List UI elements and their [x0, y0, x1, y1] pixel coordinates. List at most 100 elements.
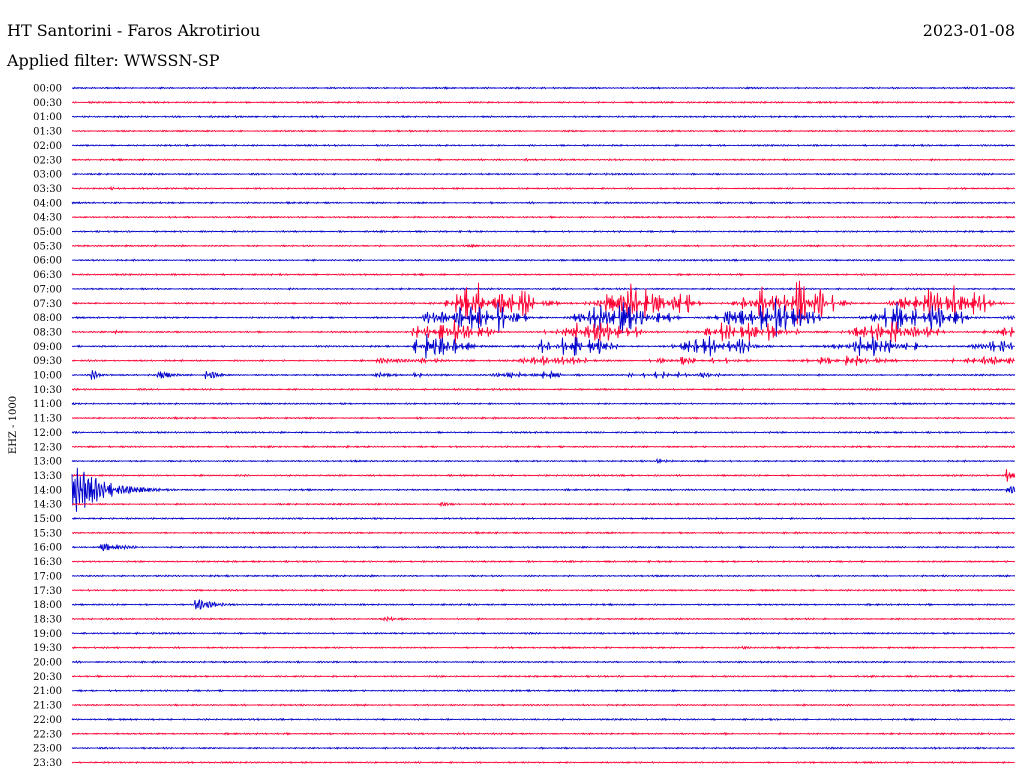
- time-tick-2130: 21:30: [33, 701, 62, 712]
- time-tick-2200: 22:00: [33, 715, 62, 726]
- trace-0130: [71, 129, 1016, 133]
- trace-2200: [71, 717, 1016, 722]
- time-tick-0500: 05:00: [33, 227, 62, 238]
- trace-0200: [71, 143, 1016, 148]
- trace-0000: [71, 86, 1016, 90]
- trace-0900: [71, 333, 1015, 359]
- time-tick-0700: 07:00: [33, 284, 62, 295]
- time-tick-0900: 09:00: [33, 342, 62, 353]
- time-tick-1330: 13:30: [33, 471, 62, 482]
- trace-2100: [71, 688, 1016, 693]
- trace-1800: [71, 598, 1016, 610]
- time-tick-0600: 06:00: [33, 256, 62, 267]
- trace-2330: [71, 760, 1016, 765]
- trace-2300: [71, 746, 1015, 751]
- time-tick-0300: 03:00: [33, 170, 62, 181]
- trace-1330: [71, 469, 1016, 482]
- time-tick-0800: 08:00: [33, 313, 62, 324]
- seismic-traces: [71, 86, 1016, 765]
- trace-1130: [71, 416, 1016, 420]
- time-tick-1930: 19:30: [33, 643, 62, 654]
- trace-1900: [71, 631, 1016, 636]
- channel-label: EHZ - 1000: [8, 396, 19, 454]
- time-tick-1030: 10:30: [33, 385, 62, 396]
- trace-0630: [71, 272, 1016, 277]
- time-tick-0430: 04:30: [33, 213, 62, 224]
- time-tick-0000: 00:00: [33, 84, 62, 95]
- trace-1200: [71, 430, 1016, 435]
- time-tick-1200: 12:00: [33, 428, 62, 439]
- station-title: HT Santorini - Faros Akrotiriou: [7, 21, 260, 40]
- time-tick-0630: 06:30: [33, 270, 62, 281]
- trace-1000: [71, 370, 1016, 381]
- time-tick-0930: 09:30: [33, 356, 62, 367]
- trace-0030: [71, 100, 1015, 105]
- chart-date: 2023-01-08: [923, 21, 1015, 40]
- time-tick-1630: 16:30: [33, 557, 62, 568]
- trace-1930: [71, 645, 1016, 650]
- time-tick-1800: 18:00: [33, 600, 62, 611]
- time-tick-0130: 01:30: [33, 127, 62, 138]
- trace-1600: [71, 543, 1015, 552]
- helicorder-chart: HT Santorini - Faros Akrotiriou 2023-01-…: [6, 21, 1016, 769]
- time-tick-0730: 07:30: [33, 299, 62, 310]
- time-tick-1830: 18:30: [33, 614, 62, 625]
- time-tick-0830: 08:30: [33, 327, 62, 338]
- trace-1500: [71, 516, 1016, 521]
- time-tick-2230: 22:30: [33, 729, 62, 740]
- time-tick-1500: 15:00: [33, 514, 62, 525]
- trace-1100: [71, 401, 1016, 406]
- time-tick-2300: 23:00: [33, 744, 62, 755]
- time-tick-1300: 13:00: [33, 457, 62, 468]
- time-tick-0100: 01:00: [33, 112, 62, 123]
- time-tick-1100: 11:00: [33, 399, 62, 410]
- trace-1400: [71, 467, 1016, 512]
- trace-1730: [71, 588, 1016, 593]
- time-tick-1530: 15:30: [33, 528, 62, 539]
- trace-0330: [71, 185, 1016, 191]
- trace-1430: [71, 501, 1015, 508]
- trace-0530: [71, 243, 1016, 249]
- trace-2030: [71, 674, 1015, 679]
- trace-2130: [71, 703, 1016, 707]
- trace-0430: [71, 215, 1016, 220]
- time-tick-2030: 20:30: [33, 672, 62, 683]
- time-tick-1130: 11:30: [33, 414, 62, 425]
- time-tick-2330: 23:30: [33, 758, 62, 769]
- trace-0300: [72, 172, 1016, 177]
- time-tick-1430: 14:30: [33, 500, 62, 511]
- trace-2230: [71, 731, 1016, 736]
- trace-0930: [71, 355, 1015, 366]
- trace-1300: [71, 457, 1016, 465]
- trace-1030: [71, 387, 1016, 392]
- trace-0500: [71, 229, 1015, 234]
- trace-0230: [71, 157, 1015, 162]
- time-tick-0030: 00:30: [33, 98, 62, 109]
- trace-1630: [71, 559, 1016, 564]
- filter-label: Applied filter: WWSSN-SP: [6, 51, 220, 70]
- time-tick-1600: 16:00: [33, 543, 62, 554]
- time-tick-0400: 04:00: [33, 198, 62, 209]
- time-tick-1900: 19:00: [33, 629, 62, 640]
- trace-1230: [71, 444, 1016, 449]
- time-tick-0330: 03:30: [33, 184, 62, 195]
- time-tick-1730: 17:30: [33, 586, 62, 597]
- trace-0400: [71, 200, 1016, 205]
- time-tick-labels: 00:00 00:30 01:00 01:30 02:00 02:30 03:00 03:30…: [33, 84, 62, 769]
- trace-0100: [71, 114, 1015, 119]
- trace-0600: [71, 258, 1015, 263]
- time-tick-1700: 17:00: [33, 571, 62, 582]
- trace-1530: [71, 530, 1015, 535]
- trace-1700: [71, 573, 1016, 578]
- time-tick-0200: 02:00: [33, 141, 62, 152]
- time-tick-1000: 10:00: [33, 371, 62, 382]
- trace-0700: [72, 287, 1016, 291]
- time-tick-1230: 12:30: [33, 442, 62, 453]
- time-tick-2100: 21:00: [33, 686, 62, 697]
- time-tick-0530: 05:30: [33, 241, 62, 252]
- time-tick-0230: 02:30: [33, 155, 62, 166]
- time-tick-2000: 20:00: [33, 658, 62, 669]
- trace-2000: [71, 660, 1016, 664]
- trace-1830: [71, 615, 1016, 623]
- time-tick-1400: 14:00: [33, 485, 62, 496]
